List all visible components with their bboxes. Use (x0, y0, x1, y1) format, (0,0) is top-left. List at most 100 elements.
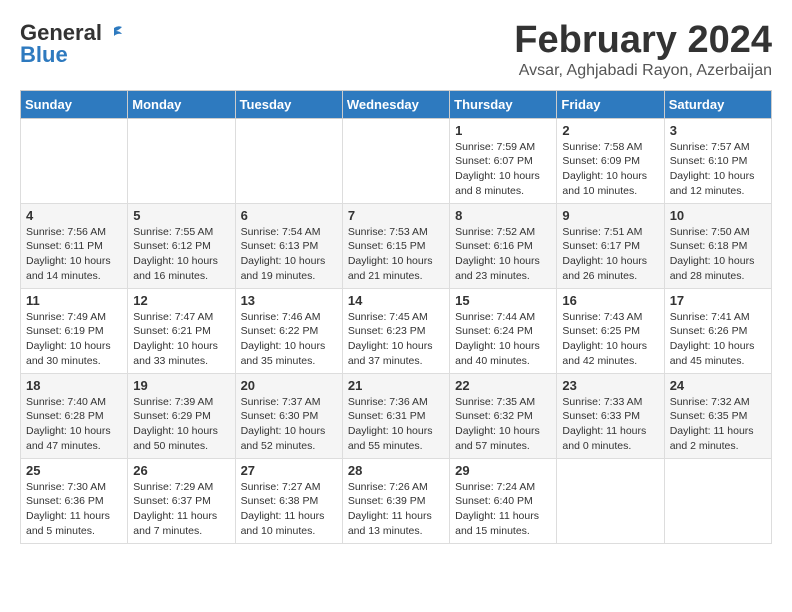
day-number: 29 (455, 463, 551, 478)
calendar-subtitle: Avsar, Aghjabadi Rayon, Azerbaijan (514, 62, 772, 80)
calendar-cell: 6 Sunrise: 7:54 AM Sunset: 6:13 PM Daylig… (235, 203, 342, 288)
calendar-cell: 11Sunrise: 7:49 AM Sunset: 6:19 PM Dayli… (21, 288, 128, 373)
day-number: 6 (241, 208, 337, 223)
day-info: Sunrise: 7:26 AM Sunset: 6:39 PM Dayligh… (348, 480, 444, 539)
day-info: Sunrise: 7:35 AM Sunset: 6:32 PM Dayligh… (455, 395, 551, 454)
day-info: Sunrise: 7:36 AM Sunset: 6:31 PM Dayligh… (348, 395, 444, 454)
column-header-wednesday: Wednesday (342, 90, 449, 118)
calendar-cell (21, 118, 128, 203)
day-info: Sunrise: 7:58 AM Sunset: 6:09 PM Dayligh… (562, 140, 658, 199)
calendar-cell: 8 Sunrise: 7:52 AM Sunset: 6:16 PM Daylig… (450, 203, 557, 288)
calendar-cell: 29 Sunrise: 7:24 AM Sunset: 6:40 PM Dayli… (450, 458, 557, 543)
calendar-cell (235, 118, 342, 203)
calendar-cell: 20 Sunrise: 7:37 AM Sunset: 6:30 PM Dayli… (235, 373, 342, 458)
day-info: Sunrise: 7:45 AM Sunset: 6:23 PM Dayligh… (348, 310, 444, 369)
calendar-week-2: 4Sunrise: 7:56 AM Sunset: 6:11 PM Daylig… (21, 203, 772, 288)
day-number: 24 (670, 378, 766, 393)
logo: General Blue (20, 20, 124, 68)
page-header: General Blue February 2024 Avsar, Aghjab… (20, 20, 772, 80)
calendar-cell: 18 Sunrise: 7:40 AM Sunset: 6:28 PM Dayli… (21, 373, 128, 458)
day-number: 13 (241, 293, 337, 308)
day-number: 14 (348, 293, 444, 308)
day-number: 25 (26, 463, 122, 478)
day-info: Sunrise: 7:54 AM Sunset: 6:13 PM Dayligh… (241, 225, 337, 284)
day-info: Sunrise: 7:30 AM Sunset: 6:36 PM Dayligh… (26, 480, 122, 539)
day-info: Sunrise: 7:47 AM Sunset: 6:21 PM Dayligh… (133, 310, 229, 369)
day-info: Sunrise: 7:49 AM Sunset: 6:19 PM Dayligh… (26, 310, 122, 369)
day-number: 7 (348, 208, 444, 223)
day-number: 16 (562, 293, 658, 308)
calendar-cell: 4Sunrise: 7:56 AM Sunset: 6:11 PM Daylig… (21, 203, 128, 288)
day-number: 17 (670, 293, 766, 308)
day-number: 28 (348, 463, 444, 478)
day-info: Sunrise: 7:53 AM Sunset: 6:15 PM Dayligh… (348, 225, 444, 284)
column-header-friday: Friday (557, 90, 664, 118)
day-info: Sunrise: 7:37 AM Sunset: 6:30 PM Dayligh… (241, 395, 337, 454)
day-info: Sunrise: 7:27 AM Sunset: 6:38 PM Dayligh… (241, 480, 337, 539)
day-number: 27 (241, 463, 337, 478)
day-info: Sunrise: 7:57 AM Sunset: 6:10 PM Dayligh… (670, 140, 766, 199)
column-header-sunday: Sunday (21, 90, 128, 118)
day-number: 5 (133, 208, 229, 223)
day-info: Sunrise: 7:29 AM Sunset: 6:37 PM Dayligh… (133, 480, 229, 539)
day-info: Sunrise: 7:56 AM Sunset: 6:11 PM Dayligh… (26, 225, 122, 284)
calendar-title: February 2024 (514, 20, 772, 62)
day-number: 1 (455, 123, 551, 138)
day-number: 12 (133, 293, 229, 308)
day-number: 9 (562, 208, 658, 223)
calendar-header-row: SundayMondayTuesdayWednesdayThursdayFrid… (21, 90, 772, 118)
day-number: 22 (455, 378, 551, 393)
column-header-monday: Monday (128, 90, 235, 118)
calendar-cell: 7 Sunrise: 7:53 AM Sunset: 6:15 PM Daylig… (342, 203, 449, 288)
calendar-cell: 19Sunrise: 7:39 AM Sunset: 6:29 PM Dayli… (128, 373, 235, 458)
day-number: 21 (348, 378, 444, 393)
calendar-week-1: 1 Sunrise: 7:59 AM Sunset: 6:07 PM Daylig… (21, 118, 772, 203)
day-info: Sunrise: 7:55 AM Sunset: 6:12 PM Dayligh… (133, 225, 229, 284)
calendar-cell: 28 Sunrise: 7:26 AM Sunset: 6:39 PM Dayli… (342, 458, 449, 543)
day-info: Sunrise: 7:50 AM Sunset: 6:18 PM Dayligh… (670, 225, 766, 284)
calendar-cell: 12 Sunrise: 7:47 AM Sunset: 6:21 PM Dayli… (128, 288, 235, 373)
calendar-week-3: 11Sunrise: 7:49 AM Sunset: 6:19 PM Dayli… (21, 288, 772, 373)
calendar-cell: 5 Sunrise: 7:55 AM Sunset: 6:12 PM Daylig… (128, 203, 235, 288)
day-number: 20 (241, 378, 337, 393)
day-number: 10 (670, 208, 766, 223)
day-info: Sunrise: 7:43 AM Sunset: 6:25 PM Dayligh… (562, 310, 658, 369)
calendar-week-4: 18 Sunrise: 7:40 AM Sunset: 6:28 PM Dayli… (21, 373, 772, 458)
calendar-cell: 27 Sunrise: 7:27 AM Sunset: 6:38 PM Dayli… (235, 458, 342, 543)
column-header-thursday: Thursday (450, 90, 557, 118)
day-number: 18 (26, 378, 122, 393)
calendar-table: SundayMondayTuesdayWednesdayThursdayFrid… (20, 90, 772, 544)
calendar-cell (128, 118, 235, 203)
day-number: 15 (455, 293, 551, 308)
logo-bird-icon (104, 23, 124, 43)
calendar-cell: 16 Sunrise: 7:43 AM Sunset: 6:25 PM Dayli… (557, 288, 664, 373)
day-info: Sunrise: 7:32 AM Sunset: 6:35 PM Dayligh… (670, 395, 766, 454)
day-info: Sunrise: 7:51 AM Sunset: 6:17 PM Dayligh… (562, 225, 658, 284)
logo-blue: Blue (20, 42, 68, 68)
calendar-cell: 13 Sunrise: 7:46 AM Sunset: 6:22 PM Dayli… (235, 288, 342, 373)
day-info: Sunrise: 7:24 AM Sunset: 6:40 PM Dayligh… (455, 480, 551, 539)
day-number: 23 (562, 378, 658, 393)
calendar-cell: 22 Sunrise: 7:35 AM Sunset: 6:32 PM Dayli… (450, 373, 557, 458)
column-header-tuesday: Tuesday (235, 90, 342, 118)
day-info: Sunrise: 7:59 AM Sunset: 6:07 PM Dayligh… (455, 140, 551, 199)
calendar-cell: 2 Sunrise: 7:58 AM Sunset: 6:09 PM Daylig… (557, 118, 664, 203)
day-info: Sunrise: 7:44 AM Sunset: 6:24 PM Dayligh… (455, 310, 551, 369)
calendar-week-5: 25 Sunrise: 7:30 AM Sunset: 6:36 PM Dayli… (21, 458, 772, 543)
day-number: 19 (133, 378, 229, 393)
calendar-cell: 21 Sunrise: 7:36 AM Sunset: 6:31 PM Dayli… (342, 373, 449, 458)
day-info: Sunrise: 7:41 AM Sunset: 6:26 PM Dayligh… (670, 310, 766, 369)
day-info: Sunrise: 7:52 AM Sunset: 6:16 PM Dayligh… (455, 225, 551, 284)
day-number: 8 (455, 208, 551, 223)
calendar-cell (342, 118, 449, 203)
calendar-cell: 24 Sunrise: 7:32 AM Sunset: 6:35 PM Dayli… (664, 373, 771, 458)
calendar-body: 1 Sunrise: 7:59 AM Sunset: 6:07 PM Daylig… (21, 118, 772, 543)
day-info: Sunrise: 7:46 AM Sunset: 6:22 PM Dayligh… (241, 310, 337, 369)
calendar-cell: 1 Sunrise: 7:59 AM Sunset: 6:07 PM Daylig… (450, 118, 557, 203)
day-info: Sunrise: 7:40 AM Sunset: 6:28 PM Dayligh… (26, 395, 122, 454)
calendar-cell: 23Sunrise: 7:33 AM Sunset: 6:33 PM Dayli… (557, 373, 664, 458)
calendar-cell: 25 Sunrise: 7:30 AM Sunset: 6:36 PM Dayli… (21, 458, 128, 543)
title-area: February 2024 Avsar, Aghjabadi Rayon, Az… (514, 20, 772, 80)
calendar-cell: 14 Sunrise: 7:45 AM Sunset: 6:23 PM Dayli… (342, 288, 449, 373)
day-number: 2 (562, 123, 658, 138)
